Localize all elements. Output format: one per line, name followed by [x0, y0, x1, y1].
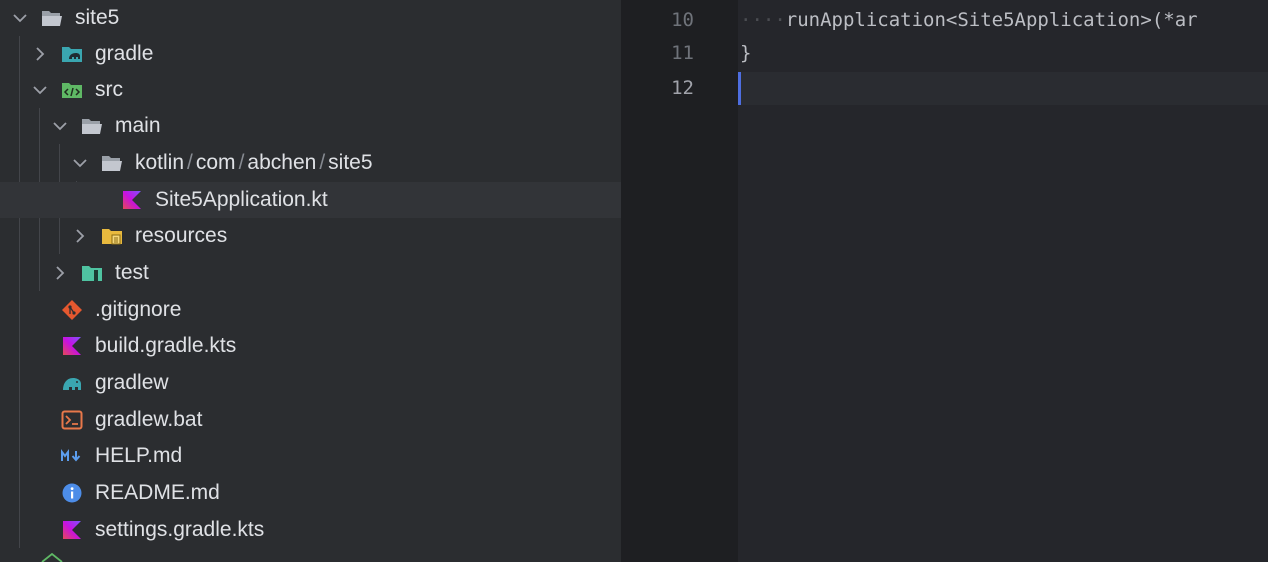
source-folder-icon	[62, 83, 82, 98]
tree-item-label: .gitignore	[95, 298, 182, 321]
tree-item-gradlew[interactable]: gradlew	[0, 365, 621, 401]
package-path: kotlin / com / abchen / site5	[135, 152, 373, 174]
tree-item-label: HELP.md	[95, 444, 183, 467]
path-separator: /	[238, 151, 245, 174]
path-separator: /	[187, 151, 193, 174]
tree-item-src[interactable]: src	[0, 72, 621, 108]
tree-item-test[interactable]: test	[0, 255, 621, 291]
path-segment: site5	[328, 151, 373, 174]
tree-item-label: site5	[75, 6, 120, 29]
code-content: }	[740, 42, 752, 64]
tree-item-kotlin-package[interactable]: kotlin / com / abchen / site5	[0, 145, 621, 181]
gradle-elephant-icon	[63, 378, 81, 390]
tree-item-label: gradlew.bat	[95, 408, 203, 431]
tree-item-label: build.gradle.kts	[95, 334, 237, 357]
code-line-11[interactable]: 11 }	[622, 37, 1268, 70]
code-line-12[interactable]: 12	[622, 72, 1268, 105]
folder-open-icon	[82, 119, 102, 134]
line-number: 10	[671, 9, 694, 31]
path-segment: com	[195, 151, 236, 174]
git-icon	[62, 300, 82, 320]
tree-item-label: Site5Application.kt	[155, 188, 328, 211]
tree-item-label: settings.gradle.kts	[95, 518, 265, 541]
kotlin-file-icon	[63, 521, 81, 539]
tree-item-resources[interactable]: resources	[0, 218, 621, 254]
tree-item-settings-gradle-kts[interactable]: settings.gradle.kts	[0, 512, 621, 548]
chevron-down-icon[interactable]	[12, 10, 28, 26]
module-icon	[41, 553, 63, 562]
chevron-right-icon[interactable]	[52, 265, 68, 281]
tree-item-label: main	[115, 114, 161, 137]
chevron-right-icon[interactable]	[32, 46, 48, 62]
tree-item-label: test	[115, 261, 149, 284]
tree-item-build-gradle-kts[interactable]: build.gradle.kts	[0, 328, 621, 364]
tree-item-readme-md[interactable]: README.md	[0, 475, 621, 511]
code-text: }	[740, 37, 751, 70]
line-number: 12	[671, 77, 694, 99]
tree-item-site5[interactable]: site5	[0, 0, 621, 36]
tree-item-help-md[interactable]: HELP.md	[0, 438, 621, 474]
resources-folder-icon	[102, 229, 122, 245]
code-line-10[interactable]: 10 ····runApplication<Site5Application>(…	[622, 4, 1268, 37]
tree-item-gitignore[interactable]: .gitignore	[0, 292, 621, 328]
folder-open-icon	[42, 11, 62, 26]
code-editor[interactable]: 10 ····runApplication<Site5Application>(…	[622, 0, 1268, 562]
tree-item-gradlew-bat[interactable]: gradlew.bat	[0, 402, 621, 438]
tree-item-main[interactable]: main	[0, 108, 621, 144]
folder-open-icon	[102, 156, 122, 171]
tree-item-gradle[interactable]: gradle	[0, 36, 621, 72]
line-number: 11	[671, 42, 694, 64]
tree-item-label: resources	[135, 224, 228, 247]
chevron-right-icon[interactable]	[72, 228, 88, 244]
chevron-down-icon[interactable]	[72, 155, 88, 171]
chevron-down-icon[interactable]	[52, 118, 68, 134]
tree-item-label: src	[95, 78, 123, 101]
markdown-icon	[61, 449, 81, 462]
terminal-icon	[61, 410, 83, 430]
code-text: ····runApplication<Site5Application>(*ar	[740, 4, 1198, 37]
tree-item-label: README.md	[95, 481, 220, 504]
text-caret	[738, 72, 741, 105]
path-segment: kotlin	[135, 151, 185, 174]
ide-window: site5 gradle src main kotlin / com / abc…	[0, 0, 1268, 562]
gradle-folder-icon	[62, 47, 82, 62]
tree-item-site5application-kt[interactable]: Site5Application.kt	[0, 182, 621, 218]
kotlin-file-icon	[123, 191, 141, 209]
kotlin-file-icon	[63, 337, 81, 355]
code-content: runApplication<Site5Application>(*ar	[785, 9, 1198, 31]
project-tree: site5 gradle src main kotlin / com / abc…	[0, 0, 621, 562]
chevron-down-icon[interactable]	[32, 82, 48, 98]
path-segment: abchen	[247, 151, 317, 174]
test-folder-icon	[82, 266, 102, 281]
path-separator: /	[319, 151, 326, 174]
info-icon	[62, 483, 82, 503]
tree-item-label: gradlew	[95, 371, 169, 394]
indent-whitespace: ····	[740, 9, 786, 31]
tree-item-label: gradle	[95, 42, 154, 65]
